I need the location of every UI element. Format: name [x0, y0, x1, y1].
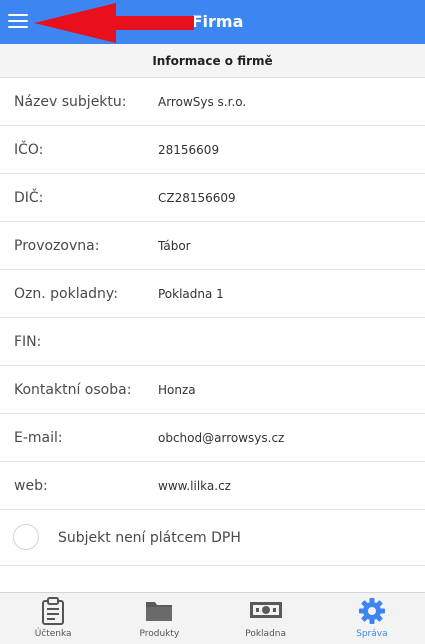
field-label: FIN:	[14, 334, 42, 350]
vat-payer-toggle[interactable]	[13, 524, 39, 550]
folder-icon	[146, 602, 173, 621]
field-value[interactable]: www.lilka.cz	[158, 462, 231, 510]
field-row-email[interactable]: E-mail: obchod@arrowsys.cz	[0, 414, 425, 462]
field-value[interactable]: Tábor	[158, 222, 191, 270]
field-label: E-mail:	[14, 430, 63, 446]
red-arrow-annotation	[34, 3, 194, 43]
field-label: Ozn. pokladny:	[14, 286, 118, 302]
tab-uctenka[interactable]: Účtenka	[0, 593, 106, 644]
tab-produkty[interactable]: Produkty	[106, 593, 212, 644]
field-row-fin[interactable]: FIN:	[0, 318, 425, 366]
field-value[interactable]: Pokladna 1	[158, 270, 224, 318]
field-row-web[interactable]: web: www.lilka.cz	[0, 462, 425, 510]
section-title: Informace o firmě	[0, 44, 425, 78]
field-row-provozovna[interactable]: Provozovna: Tábor	[0, 222, 425, 270]
tab-label: Produkty	[139, 629, 180, 639]
tab-label: Účtenka	[34, 629, 72, 639]
field-label: IČO:	[14, 142, 44, 158]
gear-icon	[358, 598, 385, 624]
field-label: Název subjektu:	[14, 94, 127, 110]
field-row-dic[interactable]: DIČ: CZ28156609	[0, 174, 425, 222]
field-row-register-name[interactable]: Ozn. pokladny: Pokladna 1	[0, 270, 425, 318]
field-row-contact-person[interactable]: Kontaktní osoba: Honza	[0, 366, 425, 414]
receipt-icon	[42, 597, 65, 625]
field-label: web:	[14, 478, 48, 494]
field-label: Provozovna:	[14, 238, 100, 254]
field-row-subject-name[interactable]: Název subjektu: ArrowSys s.r.o.	[0, 78, 425, 126]
tab-label: Pokladna	[245, 629, 287, 639]
bottom-tab-bar: Účtenka Produkty Pokladna Správa	[0, 592, 425, 644]
field-value[interactable]: Honza	[158, 366, 196, 414]
tab-label: Správa	[356, 629, 388, 639]
field-value[interactable]: ArrowSys s.r.o.	[158, 78, 246, 126]
vat-payer-label: Subjekt není plátcem DPH	[58, 530, 241, 546]
field-label: Kontaktní osoba:	[14, 382, 132, 398]
field-row-ico[interactable]: IČO: 28156609	[0, 126, 425, 174]
app-header: Firma	[0, 0, 425, 44]
cash-icon	[249, 602, 282, 618]
vat-payer-row[interactable]: Subjekt není plátcem DPH	[0, 512, 425, 566]
field-value[interactable]: CZ28156609	[158, 174, 236, 222]
field-value[interactable]: 28156609	[158, 126, 219, 174]
field-value[interactable]: obchod@arrowsys.cz	[158, 414, 284, 462]
company-form: Název subjektu: ArrowSys s.r.o. IČO: 281…	[0, 78, 425, 510]
tab-pokladna[interactable]: Pokladna	[213, 593, 319, 644]
field-label: DIČ:	[14, 190, 44, 206]
tab-sprava[interactable]: Správa	[319, 593, 425, 644]
